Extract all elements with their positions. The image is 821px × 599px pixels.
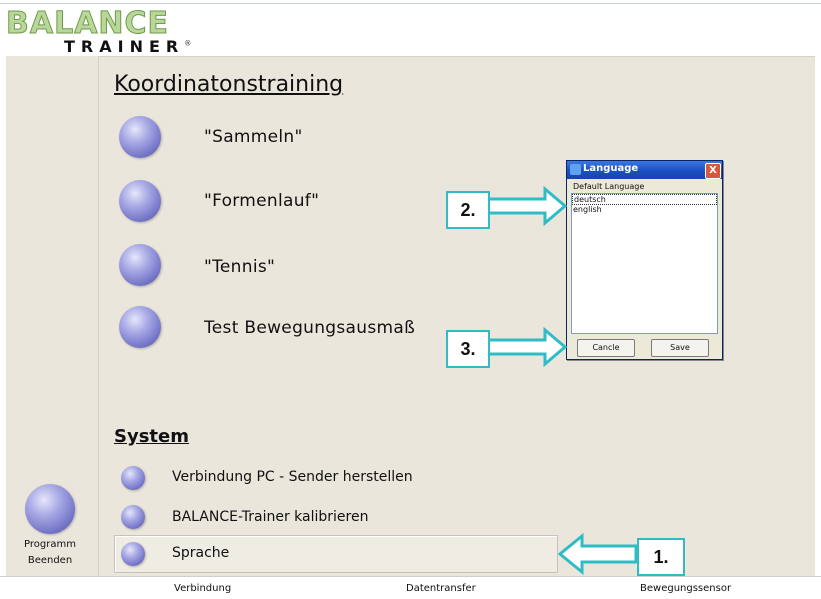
arrow-1 — [557, 532, 638, 576]
callout-arrows — [486, 185, 638, 576]
callout-2: 2. — [446, 191, 490, 229]
callout-3: 3. — [446, 330, 490, 368]
arrow-3 — [486, 326, 568, 368]
callout-1: 1. — [637, 538, 685, 576]
arrow-2 — [486, 185, 568, 227]
